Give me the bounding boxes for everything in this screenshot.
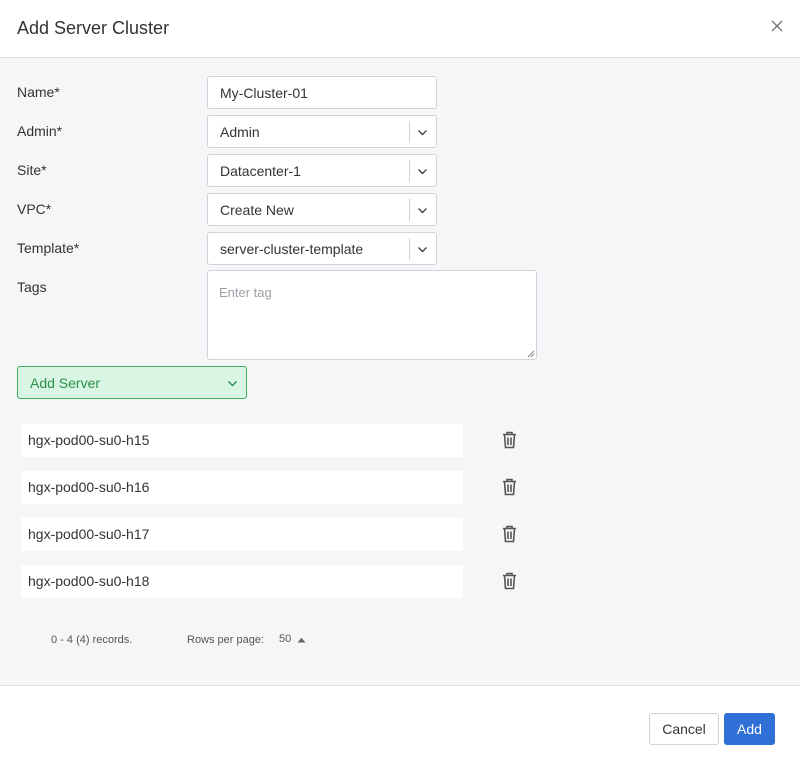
records-count: 0 - 4 (4) records. — [51, 634, 133, 646]
name-input[interactable]: My-Cluster-01 — [207, 76, 437, 109]
rows-per-page-value[interactable]: 50 — [279, 633, 291, 645]
trash-icon[interactable] — [501, 572, 518, 590]
rows-per-page-label: Rows per page: — [187, 634, 265, 646]
name-value: My-Cluster-01 — [220, 85, 308, 101]
trash-icon[interactable] — [501, 525, 518, 543]
chevron-down-icon — [418, 169, 427, 175]
trash-icon[interactable] — [501, 431, 518, 449]
caret-up-icon[interactable] — [297, 637, 306, 643]
server-name: hgx-pod00-su0-h15 — [28, 432, 150, 448]
server-row: hgx-pod00-su0-h15 — [21, 424, 463, 457]
trash-icon[interactable] — [501, 478, 518, 496]
add-server-label: Add Server — [30, 375, 101, 391]
select-divider — [409, 160, 410, 182]
server-name: hgx-pod00-su0-h16 — [28, 479, 150, 495]
vpc-select[interactable]: Create New — [207, 193, 437, 226]
admin-value: Admin — [220, 124, 260, 140]
name-label: Name* — [17, 84, 60, 100]
tags-textarea[interactable]: Enter tag — [207, 270, 537, 360]
add-server-cluster-dialog: Add Server Cluster Name* My-Cluster-01 A… — [0, 0, 800, 770]
server-row: hgx-pod00-su0-h16 — [21, 471, 463, 504]
template-select[interactable]: server-cluster-template — [207, 232, 437, 265]
select-divider — [409, 121, 410, 143]
chevron-down-icon — [228, 381, 237, 387]
chevron-down-icon — [418, 247, 427, 253]
vpc-label: VPC* — [17, 201, 52, 217]
select-divider — [409, 238, 410, 260]
add-button[interactable]: Add — [724, 713, 775, 745]
server-name: hgx-pod00-su0-h17 — [28, 526, 150, 542]
site-label: Site* — [17, 162, 47, 178]
resize-grip-icon[interactable] — [527, 350, 535, 358]
tags-placeholder: Enter tag — [219, 285, 272, 300]
admin-select[interactable]: Admin — [207, 115, 437, 148]
template-label: Template* — [17, 240, 80, 256]
cancel-button[interactable]: Cancel — [649, 713, 719, 745]
server-row: hgx-pod00-su0-h17 — [21, 518, 463, 551]
dialog-title: Add Server Cluster — [17, 18, 170, 38]
site-select[interactable]: Datacenter-1 — [207, 154, 437, 187]
select-divider — [409, 199, 410, 221]
dialog-header: Add Server Cluster — [0, 0, 800, 58]
server-name: hgx-pod00-su0-h18 — [28, 573, 150, 589]
add-server-dropdown[interactable]: Add Server — [17, 366, 247, 399]
server-row: hgx-pod00-su0-h18 — [21, 565, 463, 598]
close-icon[interactable] — [770, 19, 784, 33]
dialog-body: Name* My-Cluster-01 Admin* Admin Site* D… — [0, 58, 800, 686]
vpc-value: Create New — [220, 202, 294, 218]
chevron-down-icon — [418, 208, 427, 214]
admin-label: Admin* — [17, 123, 63, 139]
chevron-down-icon — [418, 130, 427, 136]
site-value: Datacenter-1 — [220, 163, 301, 179]
template-value: server-cluster-template — [220, 241, 364, 257]
tags-label: Tags — [17, 279, 47, 295]
